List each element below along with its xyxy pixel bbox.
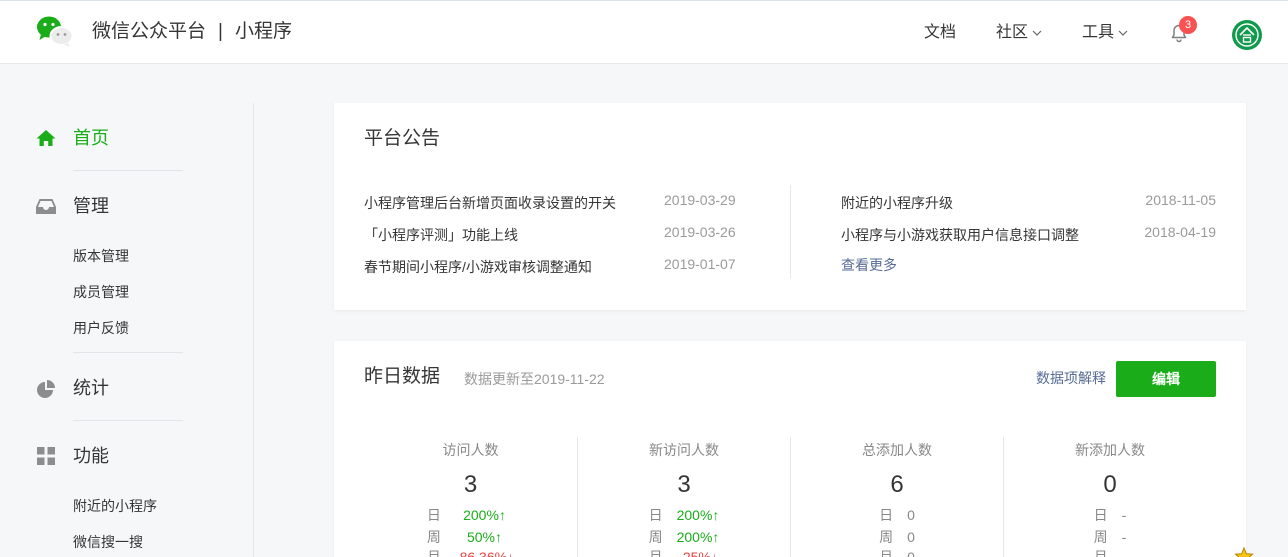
week-change: 0 <box>907 529 915 545</box>
period-month-label: 月 <box>426 549 441 557</box>
day-change: - <box>1121 507 1127 523</box>
announcement-date: 2019-03-29 <box>664 192 736 208</box>
column-divider <box>790 185 791 278</box>
period-day-label: 日 <box>1093 507 1108 523</box>
metric-value: 3 <box>677 471 691 498</box>
data-updated-text: 数据更新至2019-11-22 <box>464 371 605 387</box>
metric-label: 新访问人数 <box>649 442 719 458</box>
edit-button[interactable]: 编辑 <box>1116 361 1216 397</box>
sidebar-divider <box>253 103 254 557</box>
metric-value: 3 <box>463 471 478 498</box>
sidebar-item-label: 功能 <box>73 446 109 466</box>
sidebar-item-label: 管理 <box>73 196 109 216</box>
nav-tools-label: 工具 <box>1082 24 1115 41</box>
day-change: 200%↑ <box>676 507 720 523</box>
announcement-link[interactable]: 小程序与小游戏获取用户信息接口调整 <box>841 225 1079 245</box>
month-change: -86.36%↓ <box>454 549 515 557</box>
announcements-title: 平台公告 <box>364 128 441 149</box>
pie-chart-icon <box>35 377 57 399</box>
period-day-label: 日 <box>648 507 663 523</box>
sidebar-item-label: 统计 <box>73 378 109 398</box>
sidebar-item-home[interactable]: 首页 <box>35 127 109 149</box>
sidebar-subitem-wechat-search[interactable]: 微信搜一搜 <box>73 532 143 552</box>
period-week-label: 周 <box>648 529 663 545</box>
chevron-down-icon <box>1032 30 1042 36</box>
home-icon <box>35 127 57 149</box>
month-change: -25%↓ <box>678 549 718 557</box>
month-change: 0 <box>907 549 915 557</box>
sidebar-subitem-nearby[interactable]: 附近的小程序 <box>73 496 157 516</box>
metric-breakdown: 日 0 周 0 月 0 <box>791 504 1003 557</box>
announcement-link[interactable]: 附近的小程序升级 <box>841 193 953 213</box>
announcement-link[interactable]: 「小程序评测」功能上线 <box>364 225 518 245</box>
star-icon[interactable] <box>1234 545 1254 557</box>
metric-new-added: 新添加人数 0 日 - 周 - 月 - <box>1003 437 1216 557</box>
sidebar-separator <box>73 352 183 353</box>
brand-name: 微信公众平台 <box>92 21 207 42</box>
announcement-date: 2018-11-05 <box>1145 192 1216 208</box>
period-month-label: 月 <box>879 549 894 557</box>
notification-badge[interactable]: 3 <box>1179 16 1197 34</box>
week-change: - <box>1121 529 1127 545</box>
metric-new-visitors: 新访问人数 3 日 200%↑ 周 200%↑ 月 -25%↓ <box>577 437 790 557</box>
week-change: 50%↑ <box>466 529 503 545</box>
metric-breakdown: 日 200%↑ 周 50%↑ 月 -86.36%↓ <box>364 504 577 557</box>
product-name: 小程序 <box>234 21 292 42</box>
sidebar-subitem-feedback[interactable]: 用户反馈 <box>73 318 129 338</box>
view-more-link[interactable]: 查看更多 <box>841 255 897 275</box>
metrics-row: 访问人数 3 日 200%↑ 周 50%↑ 月 -86.36%↓ 新访问人数 3… <box>364 437 1216 557</box>
period-day-label: 日 <box>426 507 441 523</box>
announcements-card: 平台公告 小程序管理后台新增页面收录设置的开关 2019-03-29 「小程序评… <box>334 103 1246 310</box>
announcement-date: 2019-03-26 <box>664 224 736 240</box>
announcement-link[interactable]: 春节期间小程序/小游戏审核调整通知 <box>364 257 592 277</box>
brand-title[interactable]: 微信公众平台 | 小程序 <box>92 20 292 44</box>
grid-icon <box>35 445 57 467</box>
metric-total-added: 总添加人数 6 日 0 周 0 月 0 <box>790 437 1003 557</box>
yesterday-data-card: 昨日数据 数据更新至2019-11-22 数据项解释 编辑 访问人数 3 日 2… <box>334 341 1246 557</box>
day-change: 0 <box>907 507 915 523</box>
nav-community-label: 社区 <box>996 24 1029 41</box>
period-day-label: 日 <box>879 507 894 523</box>
period-month-label: 月 <box>648 549 663 557</box>
month-change: - <box>1121 549 1127 557</box>
sidebar-item-label: 首页 <box>73 128 109 148</box>
week-change: 200%↑ <box>676 529 720 545</box>
sidebar-subitem-members[interactable]: 成员管理 <box>73 282 129 302</box>
day-change: 200%↑ <box>463 507 506 523</box>
announcement-link[interactable]: 小程序管理后台新增页面收录设置的开关 <box>364 193 616 213</box>
data-explain-link[interactable]: 数据项解释 <box>1036 368 1106 388</box>
sidebar-separator <box>73 420 183 421</box>
metric-value: 6 <box>890 471 904 498</box>
nav-tools[interactable]: 工具 <box>1082 24 1128 42</box>
nav-community[interactable]: 社区 <box>996 24 1042 42</box>
metric-breakdown: 日 - 周 - 月 - <box>1004 504 1216 557</box>
avatar[interactable] <box>1232 20 1262 50</box>
brand-separator: | <box>218 21 223 42</box>
metric-label: 总添加人数 <box>862 442 932 458</box>
period-week-label: 周 <box>879 529 894 545</box>
metric-value: 0 <box>1103 471 1117 498</box>
inbox-icon <box>35 195 57 217</box>
metric-breakdown: 日 200%↑ 周 200%↑ 月 -25%↓ <box>578 504 790 557</box>
sidebar-separator <box>73 170 183 171</box>
announcement-date: 2019-01-07 <box>664 256 736 272</box>
sidebar-item-features[interactable]: 功能 <box>35 445 109 467</box>
wechat-logo-icon[interactable] <box>36 15 74 47</box>
period-month-label: 月 <box>1093 549 1108 557</box>
metric-label: 访问人数 <box>442 442 499 458</box>
chevron-down-icon <box>1118 30 1128 36</box>
metric-label: 新添加人数 <box>1075 442 1145 458</box>
period-week-label: 周 <box>1093 529 1108 545</box>
announcement-date: 2018-04-19 <box>1144 224 1216 240</box>
sidebar-item-stats[interactable]: 统计 <box>35 377 109 399</box>
period-week-label: 周 <box>426 529 441 545</box>
nav-docs[interactable]: 文档 <box>924 24 956 42</box>
nav-docs-label: 文档 <box>924 24 957 41</box>
top-header: 微信公众平台 | 小程序 文档 社区 工具 3 <box>0 0 1288 64</box>
yesterday-data-title: 昨日数据 <box>364 366 441 387</box>
sidebar-subitem-versions[interactable]: 版本管理 <box>73 246 129 266</box>
sidebar-item-manage[interactable]: 管理 <box>35 195 109 217</box>
metric-visitors: 访问人数 3 日 200%↑ 周 50%↑ 月 -86.36%↓ <box>364 437 577 557</box>
